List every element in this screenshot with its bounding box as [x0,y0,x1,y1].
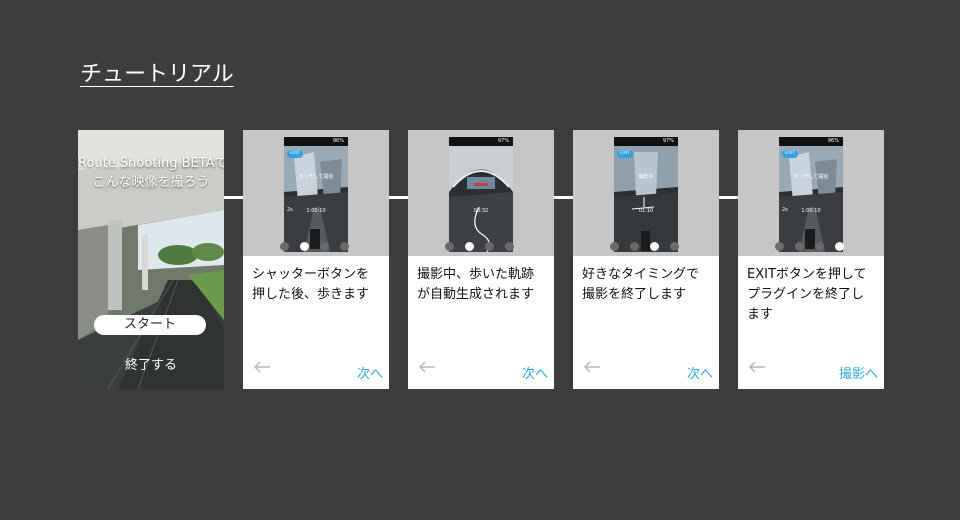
phone-status-bar: 96% [779,137,843,146]
arrow-left-icon[interactable] [253,360,271,374]
phone-preview: 96% EXIT タッチして開始 2s 1:00:10 [284,137,348,252]
next-button[interactable]: 次へ [522,363,548,382]
arrow-left-icon[interactable] [583,360,601,374]
step-text-line: シャッターボタンを [252,267,370,282]
step-description: EXITボタンを押して プラグインを終了し ます [747,265,879,325]
tutorial-step-card: 97% EXIT 撮影中 01:10 好きなタイミングで 撮影を終了します 次へ [573,130,719,389]
exit-chip: EXIT [617,150,633,158]
page-dot [485,242,494,251]
page-dot [795,242,804,251]
page-dot [445,242,454,251]
phone-time: 00:32 [473,208,489,214]
page-dot-active [465,242,474,251]
page-dot [815,242,824,251]
start-heading: Route Shooting BETAで こんな映像を撮ろう [78,154,224,192]
start-screen-card: Route Shooting BETAで こんな映像を撮ろう スタート 終了する [78,130,224,389]
quit-button[interactable]: 終了する [78,354,224,373]
start-button[interactable]: スタート [94,315,206,335]
step-text-line: 押した後、歩きます [252,287,370,302]
page-title: チュートリアル [80,62,234,87]
step-description: シャッターボタンを 押した後、歩きます [252,265,384,305]
page-dot [320,242,329,251]
tutorial-step-card: 97% 00:32 撮影中、歩いた軌跡 が自動生成されます 次へ [408,130,554,389]
step-screenshot-area: 96% EXIT タッチして開始 2s 1:00:10 [738,130,884,256]
phone-status-bar: 97% [614,137,678,146]
page-dot-active [300,242,309,251]
phone-time: 1:00:10 [306,208,326,214]
page-dots [573,242,719,252]
step-text-line: ます [747,307,774,322]
phone-status-bar: 96% [284,137,348,146]
phone-preview: 97% EXIT 撮影中 01:10 [614,137,678,252]
shoot-button[interactable]: 撮影へ [839,363,878,382]
step-description: 好きなタイミングで 撮影を終了します [582,265,714,305]
step-text-line: 撮影中、歩いた軌跡 [417,267,535,282]
page-dot-active [835,242,844,251]
step-screenshot-area: 97% EXIT 撮影中 01:10 [573,130,719,256]
phone-time: 01:10 [638,208,654,214]
page-dots [738,242,884,252]
arrow-left-icon[interactable] [418,360,436,374]
arrow-left-icon[interactable] [748,360,766,374]
page-dot [505,242,514,251]
step-text-line: 撮影を終了します [582,287,687,302]
step-text-line: EXITボタンを押して [747,267,867,282]
tutorial-step-card: 96% EXIT タッチして開始 2s 1:00:10 EXITボタンを押して … [738,130,884,389]
next-button[interactable]: 次へ [357,363,383,382]
phone-status-bar: 97% [449,137,513,146]
phone-preview: 97% 00:32 [449,137,513,252]
start-heading-line: Route Shooting BETAで [78,156,224,171]
step-screenshot-area: 96% EXIT タッチして開始 2s 1:00:10 [243,130,389,256]
page-dot [630,242,639,251]
phone-caption: 撮影中 [638,174,654,180]
phone-caption: タッチして開始 [793,174,829,180]
step-text-line: が自動生成されます [417,287,535,302]
page-dot [340,242,349,251]
page-dots [243,242,389,252]
step-text-line: 好きなタイミングで [582,267,700,282]
page-dot-active [650,242,659,251]
page-dot [775,242,784,251]
phone-preview: 96% EXIT タッチして開始 2s 1:00:10 [779,137,843,252]
phone-time: 1:00:10 [801,208,821,214]
step-screenshot-area: 97% 00:32 [408,130,554,256]
phone-caption: タッチして開始 [298,174,334,180]
start-heading-line: こんな映像を撮ろう [92,175,210,190]
exit-chip: EXIT [287,150,303,158]
next-button[interactable]: 次へ [687,363,713,382]
step-description: 撮影中、歩いた軌跡 が自動生成されます [417,265,549,305]
step-text-line: プラグインを終了し [747,287,865,302]
page-dot [280,242,289,251]
exit-chip: EXIT [782,150,798,158]
page-dot [610,242,619,251]
page-dots [408,242,554,252]
tutorial-step-card: 96% EXIT タッチして開始 2s 1:00:10 シャッターボタンを 押し… [243,130,389,389]
page-dot [670,242,679,251]
